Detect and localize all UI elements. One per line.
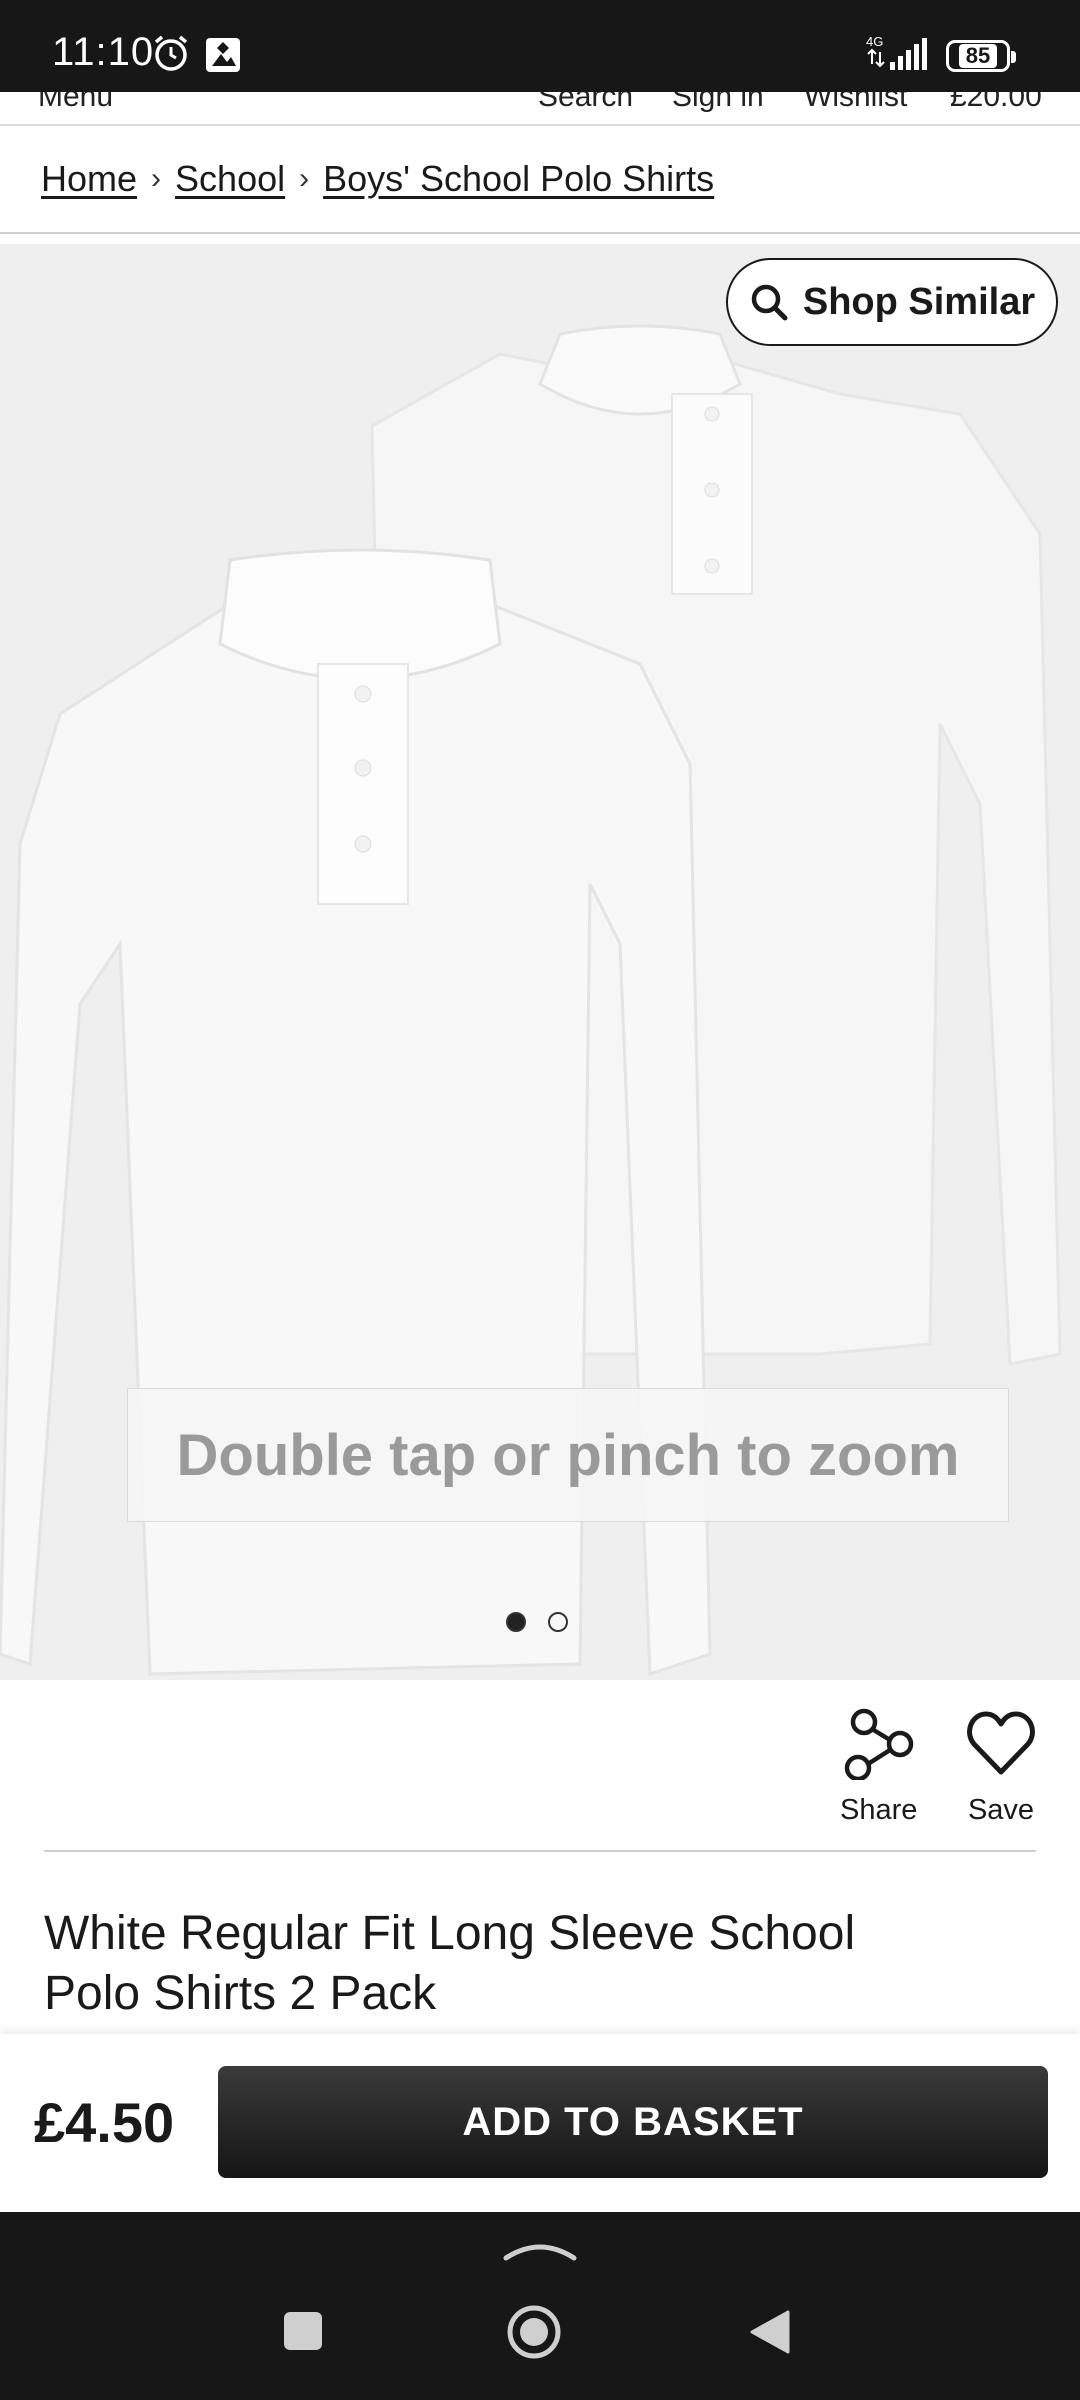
home-button[interactable]: [506, 2304, 562, 2360]
purchase-bar: £4.50 ADD TO BASKET: [0, 2034, 1080, 2212]
product-image-gallery[interactable]: Shop Similar Double tap or pinch to zoom: [0, 244, 1080, 1680]
product-actions: Share Save: [44, 1680, 1036, 1852]
carousel-dot-1[interactable]: [506, 1612, 526, 1632]
save-button[interactable]: Save: [966, 1708, 1036, 1827]
battery-level: 85: [958, 44, 998, 68]
chevron-up-icon[interactable]: [502, 2238, 578, 2262]
sign-in-link[interactable]: Sign in: [672, 92, 764, 114]
share-button[interactable]: Share: [840, 1708, 917, 1827]
wishlist-link[interactable]: Wishlist: [804, 92, 907, 114]
shop-similar-button[interactable]: Shop Similar: [726, 258, 1058, 346]
status-bar: 11:10 4G 85: [0, 0, 1080, 92]
gallery-notification-icon: [206, 38, 240, 72]
breadcrumb-boys-polo-shirts[interactable]: Boys' School Polo Shirts: [323, 158, 714, 200]
heart-icon: [967, 1711, 1035, 1775]
search-icon: [751, 284, 788, 321]
breadcrumb-separator: ›: [299, 162, 310, 195]
search-link[interactable]: Search: [538, 92, 633, 114]
shop-similar-label: Shop Similar: [802, 280, 1036, 323]
share-icon: [844, 1708, 913, 1780]
carousel-indicator: [506, 1612, 568, 1632]
recent-apps-button[interactable]: [284, 2312, 322, 2350]
back-button[interactable]: [748, 2308, 792, 2356]
site-header: Menu Search Sign in Wishlist £20.00: [0, 92, 1080, 126]
carousel-dot-2[interactable]: [548, 1612, 568, 1632]
alarm-icon: [154, 35, 188, 71]
breadcrumb: Home › School › Boys' School Polo Shirts: [0, 126, 1080, 234]
breadcrumb-home[interactable]: Home: [41, 158, 137, 200]
breadcrumb-school[interactable]: School: [175, 158, 285, 200]
battery-icon: 85: [946, 40, 1016, 72]
product-title: White Regular Fit Long Sleeve School Pol…: [44, 1907, 856, 2020]
network-type: 4G: [866, 34, 883, 49]
add-to-basket-button[interactable]: ADD TO BASKET: [218, 2066, 1048, 2178]
save-label: Save: [967, 1794, 1035, 1826]
share-label: Share: [840, 1794, 918, 1826]
menu-link[interactable]: Menu: [38, 92, 113, 114]
breadcrumb-separator: ›: [151, 162, 162, 195]
system-navigation-bar: [0, 2212, 1080, 2400]
basket-total[interactable]: £20.00: [950, 92, 1042, 114]
status-time: 11:10: [52, 30, 155, 74]
cellular-signal-icon: 4G: [866, 34, 927, 70]
zoom-hint: Double tap or pinch to zoom: [127, 1388, 1009, 1522]
product-price: £4.50: [34, 2091, 175, 2154]
